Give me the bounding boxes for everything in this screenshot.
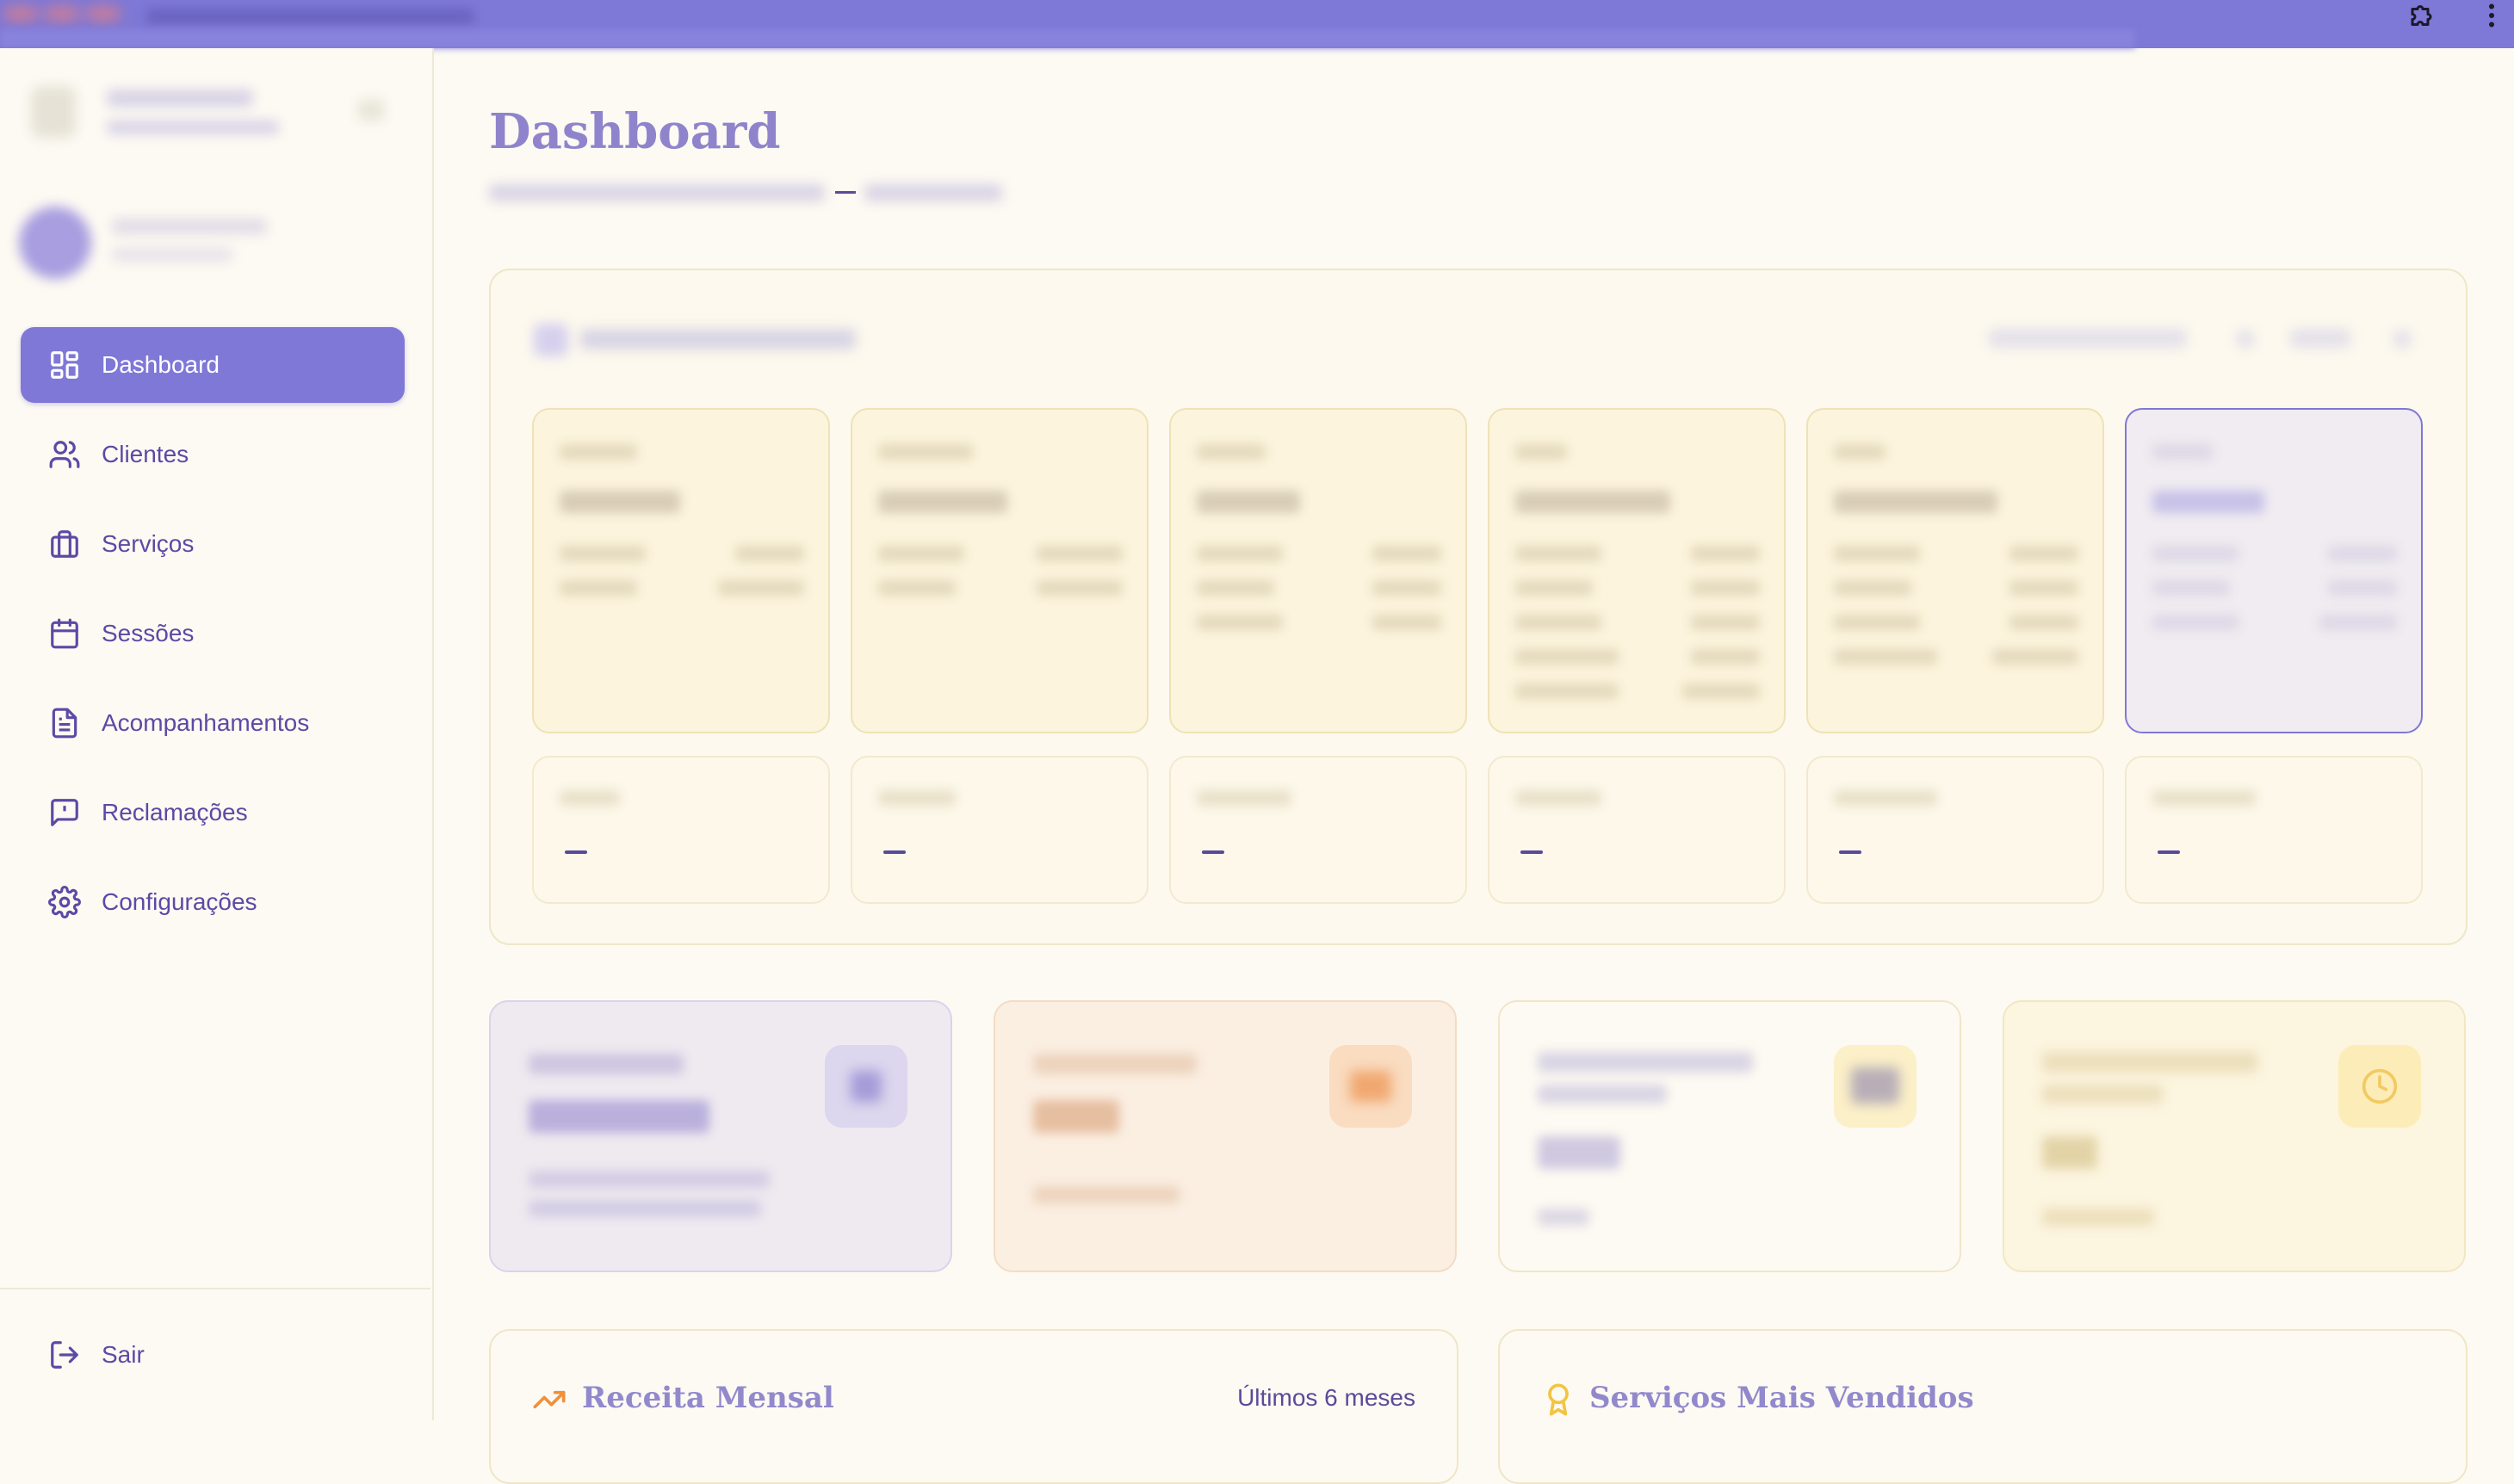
trending-up-icon: [533, 1390, 566, 1409]
metric-card: [1806, 756, 2104, 904]
sidebar-brand: [0, 48, 430, 177]
summary-controls[interactable]: [1989, 329, 2187, 348]
dashboard-grid-icon: [51, 351, 78, 379]
metric-card: [1169, 756, 1467, 904]
gear-icon: [48, 886, 81, 918]
panel-title: Receita Mensal: [582, 1381, 834, 1415]
package-icon: [1834, 1045, 1916, 1128]
month-card[interactable]: [1806, 408, 2104, 733]
browser-menu-icon[interactable]: [2480, 0, 2504, 31]
sidebar-item-acompanhamentos[interactable]: Acompanhamentos: [21, 685, 405, 761]
briefcase-icon: [51, 530, 78, 558]
metric-card: [2125, 756, 2423, 904]
month-card[interactable]: [1169, 408, 1467, 733]
period-selector[interactable]: Últimos 6 meses: [1237, 1384, 1415, 1412]
empty-value-dash: [1520, 850, 1543, 854]
logout-button[interactable]: Sair: [21, 1317, 405, 1393]
sidebar-item-sessoes[interactable]: Sessões: [21, 596, 405, 671]
clock-icon-box: [2338, 1045, 2421, 1128]
empty-value-dash: [565, 850, 587, 854]
monthly-summary-card: [489, 269, 2468, 945]
page-title: Dashboard: [489, 103, 781, 160]
wallet-icon: [825, 1045, 907, 1128]
main-nav: Dashboard Clientes Serviços Sessões Acom…: [21, 327, 405, 954]
panel-title: Serviços Mais Vendidos: [1589, 1381, 1974, 1415]
empty-value-dash: [2158, 850, 2180, 854]
month-card[interactable]: [1488, 408, 1786, 733]
extension-puzzle-icon[interactable]: [2407, 0, 2438, 31]
sidebar-item-label: Acompanhamentos: [102, 709, 310, 736]
stat-card-revenue: [489, 1000, 952, 1272]
calendar-icon: [51, 618, 78, 649]
empty-value-dash: [883, 850, 906, 854]
sidebar-item-label: Sessões: [102, 620, 195, 646]
month-card[interactable]: [532, 408, 830, 733]
top-services-panel: Serviços Mais Vendidos: [1498, 1329, 2468, 1484]
avatar: [19, 207, 91, 279]
users-icon: [49, 441, 80, 468]
month-card[interactable]: [851, 408, 1149, 733]
message-alert-icon: [51, 799, 78, 826]
clock-icon: [2362, 1068, 2398, 1104]
sidebar-item-servicos[interactable]: Serviços: [21, 506, 405, 582]
document-icon: [52, 708, 77, 739]
address-bar[interactable]: [0, 29, 2135, 48]
logout-label: Sair: [102, 1341, 145, 1368]
receipt-icon: [1329, 1045, 1412, 1128]
sidebar-item-label: Serviços: [102, 530, 195, 557]
metric-card: [1488, 756, 1786, 904]
sidebar-item-label: Reclamações: [102, 799, 248, 825]
page-subtitle: [489, 181, 1006, 205]
sidebar: Dashboard Clientes Serviços Sessões Acom…: [0, 48, 434, 1420]
revenue-panel: Receita Mensal Últimos 6 meses: [489, 1329, 1458, 1484]
stat-card-expenses: [994, 1000, 1457, 1272]
metric-card: [851, 756, 1149, 904]
stat-card-sessions: [1498, 1000, 1961, 1272]
metric-card: [532, 756, 830, 904]
sidebar-item-dashboard[interactable]: Dashboard: [21, 327, 405, 403]
sidebar-item-label: Configurações: [102, 888, 257, 915]
sidebar-item-reclamacoes[interactable]: Reclamações: [21, 775, 405, 850]
stat-card-pending: [2003, 1000, 2466, 1272]
award-icon: [1548, 1383, 1569, 1416]
month-card-selected[interactable]: [2125, 408, 2423, 733]
summary-header: [534, 324, 568, 356]
empty-value-dash: [1839, 850, 1861, 854]
sidebar-item-configuracoes[interactable]: Configurações: [21, 864, 405, 940]
logout-icon: [51, 1341, 78, 1369]
main-content: Dashboard Receita Mensal Últimos 6 meses…: [432, 48, 2514, 1484]
sidebar-divider: [0, 1288, 430, 1289]
sidebar-item-label: Clientes: [102, 441, 189, 467]
sidebar-item-clientes[interactable]: Clientes: [21, 417, 405, 492]
browser-top-bar: [0, 0, 2514, 48]
browser-tabs[interactable]: [146, 9, 474, 24]
empty-value-dash: [1202, 850, 1224, 854]
sidebar-item-label: Dashboard: [102, 351, 220, 378]
